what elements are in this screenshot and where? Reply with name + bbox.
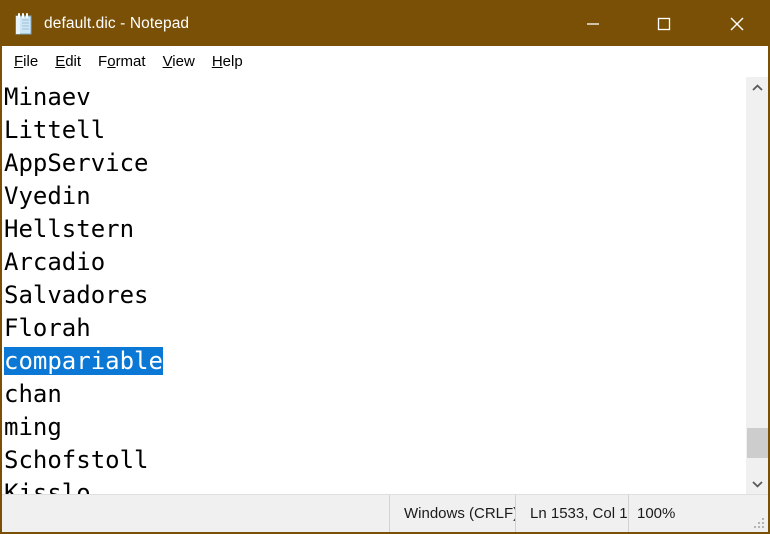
text-line[interactable]: Kisslo	[4, 477, 746, 494]
close-icon	[730, 17, 744, 31]
maximize-button[interactable]	[639, 2, 689, 46]
text-line[interactable]: Littell	[4, 114, 746, 147]
status-zoom-level[interactable]: 100%	[629, 495, 768, 532]
text-line-content: Littell	[4, 116, 106, 144]
text-line[interactable]: Hellstern	[4, 213, 746, 246]
status-line-ending[interactable]: Windows (CRLF)	[390, 495, 516, 532]
chevron-up-icon	[752, 83, 763, 91]
menu-item-format[interactable]: Format	[90, 50, 155, 73]
text-line[interactable]: chan	[4, 378, 746, 411]
menu-bar: File Edit Format View Help	[2, 46, 768, 77]
text-line-content: AppService	[4, 149, 149, 177]
text-line-content: Minaev	[4, 83, 91, 111]
status-cell-empty	[2, 495, 390, 532]
notepad-window: default.dic - Notepad File Edit Format V…	[0, 0, 770, 534]
editor-body: Minaev Littell AppService Vyedin Hellstern Ar…	[2, 77, 768, 494]
chevron-down-icon	[752, 480, 763, 488]
resize-grip-icon[interactable]	[753, 517, 765, 529]
menu-item-edit[interactable]: Edit	[47, 50, 90, 73]
scroll-up-button[interactable]	[747, 77, 768, 98]
scrollbar-track[interactable]	[747, 98, 768, 473]
maximize-icon	[657, 17, 671, 31]
menu-item-file[interactable]: File	[6, 50, 47, 73]
vertical-scrollbar[interactable]	[746, 77, 768, 494]
minimize-icon	[587, 23, 599, 25]
text-line[interactable]: Vyedin	[4, 180, 746, 213]
text-line[interactable]: Salvadores	[4, 279, 746, 312]
text-line-content: Schofstoll	[4, 446, 149, 474]
close-button[interactable]	[712, 2, 762, 46]
text-line-content: Hellstern	[4, 215, 135, 243]
text-line-content: Kisslo	[4, 479, 91, 494]
text-line-selected[interactable]: compariable	[4, 345, 746, 378]
menu-item-help[interactable]: Help	[204, 50, 252, 73]
text-editor[interactable]: Minaev Littell AppService Vyedin Hellstern Ar…	[2, 77, 746, 494]
text-line-content: Florah	[4, 314, 91, 342]
menu-item-view[interactable]: View	[155, 50, 204, 73]
window-title: default.dic - Notepad	[44, 15, 190, 32]
text-line[interactable]: Minaev	[4, 81, 746, 114]
title-bar[interactable]: default.dic - Notepad	[2, 2, 768, 46]
text-line[interactable]: Florah	[4, 312, 746, 345]
status-cursor-position[interactable]: Ln 1533, Col 1	[516, 495, 629, 532]
text-line-content: Salvadores	[4, 281, 149, 309]
text-line-content: ming	[4, 413, 62, 441]
text-line[interactable]: Arcadio	[4, 246, 746, 279]
text-line[interactable]: AppService	[4, 147, 746, 180]
notepad-icon	[14, 13, 34, 35]
text-line-content: compariable	[4, 347, 163, 375]
text-line[interactable]: ming	[4, 411, 746, 444]
status-bar: Windows (CRLF) Ln 1533, Col 1 100%	[2, 494, 768, 532]
text-line-content: Arcadio	[4, 248, 106, 276]
scrollbar-thumb[interactable]	[747, 428, 768, 458]
text-line[interactable]: Schofstoll	[4, 444, 746, 477]
minimize-button[interactable]	[568, 2, 618, 46]
text-line-content: Vyedin	[4, 182, 91, 210]
text-line-content: chan	[4, 380, 62, 408]
scroll-down-button[interactable]	[747, 473, 768, 494]
